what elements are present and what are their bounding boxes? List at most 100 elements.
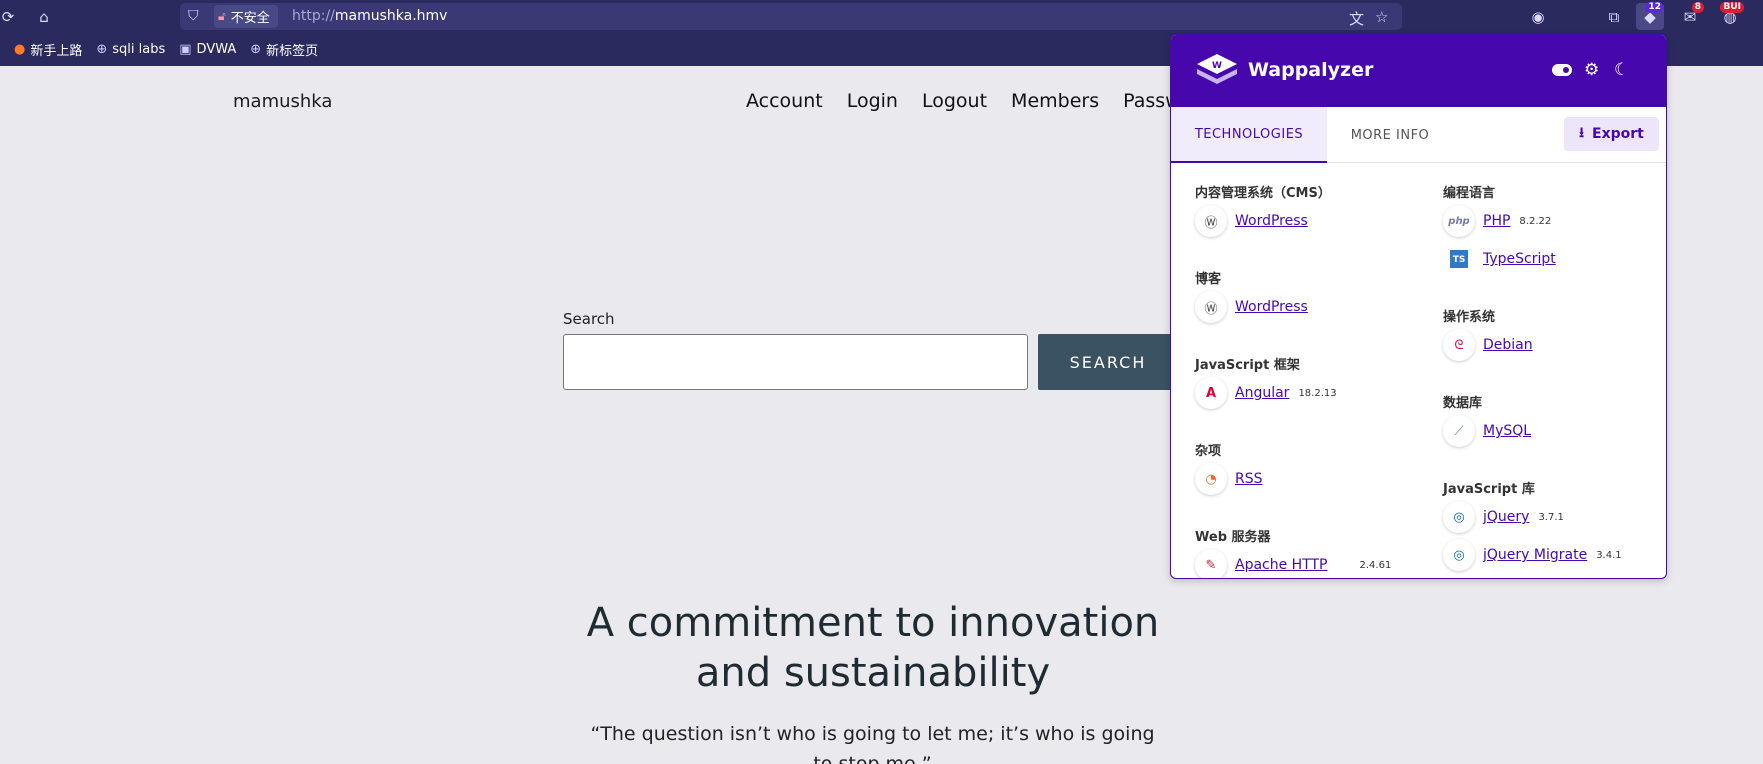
browser-toolbar: ⟳ ⌂ ⛉ 🔓︎ 不安全 http://mamushka.hmv 文 ☆ ◉ ⧉…: [0, 0, 1763, 33]
firefox-icon: ●: [14, 42, 26, 57]
search-button[interactable]: SEARCH: [1038, 334, 1178, 390]
tech-version: 8.2.22: [1519, 215, 1552, 227]
apache-icon: ✎: [1195, 549, 1227, 578]
moon-icon[interactable]: ☾: [1614, 60, 1629, 80]
tech-item: ✎ Apache HTTP 2.4.61: [1195, 546, 1425, 578]
category-title: 博客: [1195, 272, 1222, 287]
wappalyzer-popup: W Wappalyzer ⚙ ☾ TECHNOLOGIES MORE INFO …: [1170, 34, 1667, 579]
category-title: JavaScript 库: [1443, 482, 1535, 497]
reload-icon[interactable]: ⟳: [0, 7, 18, 27]
insecure-label: 不安全: [230, 11, 270, 26]
translate-icon[interactable]: 文: [1349, 8, 1364, 29]
bug-extension-icon[interactable]: ◍ BUI: [1716, 2, 1744, 30]
bookmark-item[interactable]: ⊕ 新标签页: [250, 40, 318, 59]
tech-link[interactable]: Angular: [1235, 385, 1289, 401]
tech-link[interactable]: PHP: [1483, 213, 1510, 229]
wappalyzer-logo-icon: W: [1197, 54, 1237, 84]
main-nav: Account Login Logout Members Passwor: [746, 90, 1200, 112]
wordpress-icon: Ⓦ: [1195, 291, 1227, 323]
nav-item-members[interactable]: Members: [1011, 90, 1099, 112]
tech-link[interactable]: RSS: [1235, 471, 1263, 487]
tech-version: 3.7.1: [1538, 511, 1564, 523]
globe-icon: ⊕: [250, 42, 262, 57]
category-title: 编程语言: [1443, 186, 1496, 201]
page-headline: A commitment to innovation and sustainab…: [586, 600, 1160, 696]
star-icon[interactable]: ☆: [1375, 8, 1388, 26]
category-group: 编程语言 php PHP 8.2.22 TS TypeScript: [1443, 182, 1666, 306]
category-title: JavaScript 框架: [1195, 358, 1300, 373]
mail-extension-icon[interactable]: ✉ 8: [1676, 2, 1704, 30]
privacy-extension-icon[interactable]: ◉: [1524, 3, 1552, 30]
tech-item: Ⓦ WordPress: [1195, 202, 1425, 240]
category-group: 操作系统 ᘓ Debian: [1443, 306, 1666, 392]
category-group: 数据库 ⟋ MySQL: [1443, 392, 1666, 478]
category-group: JavaScript 库 ◎ jQuery 3.7.1 ◎ jQuery Mig…: [1443, 478, 1666, 574]
category-group: 博客 Ⓦ WordPress: [1195, 268, 1425, 354]
debian-icon: ᘓ: [1443, 329, 1475, 361]
php-icon: php: [1443, 205, 1475, 237]
page-icon: ▣: [179, 42, 192, 57]
jquery-icon: ◎: [1443, 501, 1475, 533]
tech-column-left: 内容管理系统（CMS） Ⓦ WordPress 博客 Ⓦ WordPress J…: [1195, 182, 1425, 578]
broken-lock-icon: 🔓︎: [218, 9, 226, 23]
extensions-puzzle-icon[interactable]: ⧉: [1600, 3, 1628, 30]
home-icon[interactable]: ⌂: [34, 7, 54, 27]
bookmark-item[interactable]: ▣ DVWA: [179, 42, 236, 57]
tech-link[interactable]: MySQL: [1483, 423, 1531, 439]
category-group: 内容管理系统（CMS） Ⓦ WordPress: [1195, 182, 1425, 268]
typescript-icon: TS: [1443, 243, 1475, 275]
rss-icon: ◔: [1195, 463, 1227, 495]
tech-link[interactable]: Apache HTTP: [1235, 557, 1328, 573]
shield-icon[interactable]: ⛉: [188, 8, 199, 24]
jquery-icon: ◎: [1443, 539, 1475, 571]
globe-icon: ⊕: [96, 42, 108, 57]
svg-text:W: W: [1212, 61, 1222, 71]
nav-item-logout[interactable]: Logout: [922, 90, 987, 112]
export-button[interactable]: ⭳ Export: [1564, 117, 1659, 151]
search-label: Search: [563, 310, 615, 328]
wappalyzer-badge: 12: [1645, 2, 1664, 13]
category-group: JavaScript 框架 A Angular 18.2.13: [1195, 354, 1425, 440]
tech-version: 3.4.1: [1596, 549, 1622, 561]
toggle-switch[interactable]: [1552, 64, 1572, 76]
export-label: Export: [1592, 126, 1644, 142]
nav-item-account[interactable]: Account: [746, 90, 823, 112]
angular-icon: A: [1195, 377, 1227, 409]
tech-item: ◎ jQuery 3.7.1: [1443, 498, 1666, 536]
tech-link[interactable]: jQuery: [1483, 509, 1529, 525]
wordpress-icon: Ⓦ: [1195, 205, 1227, 237]
category-title: 内容管理系统（CMS）: [1195, 186, 1331, 201]
mysql-icon: ⟋: [1443, 415, 1475, 447]
tech-item: ᘓ Debian: [1443, 326, 1666, 364]
url-text[interactable]: http://mamushka.hmv: [292, 8, 447, 24]
tab-technologies[interactable]: TECHNOLOGIES: [1171, 107, 1327, 163]
tech-link[interactable]: jQuery Migrate: [1483, 547, 1587, 563]
tab-more-info[interactable]: MORE INFO: [1327, 107, 1453, 163]
tech-link[interactable]: WordPress: [1235, 299, 1308, 315]
insecure-indicator[interactable]: 🔓︎ 不安全: [214, 5, 278, 28]
wappalyzer-extension-icon[interactable]: ◆ 12: [1636, 2, 1664, 30]
tech-item: TS TypeScript: [1443, 240, 1666, 278]
tech-item: php PHP 8.2.22: [1443, 202, 1666, 240]
bookmark-item[interactable]: ● 新手上路: [14, 40, 82, 59]
site-title[interactable]: mamushka: [233, 91, 332, 112]
bookmark-item[interactable]: ⊕ sqli labs: [96, 42, 165, 57]
tech-item: ◔ RSS: [1195, 460, 1425, 498]
category-title: 数据库: [1443, 396, 1483, 411]
tech-link[interactable]: Debian: [1483, 337, 1533, 353]
bug-badge: BUI: [1720, 2, 1744, 13]
tech-version: 2.4.61: [1359, 559, 1392, 571]
brand-name: Wappalyzer: [1248, 59, 1374, 81]
page-quote: “The question isn’t who is going to let …: [590, 723, 1155, 764]
gear-icon[interactable]: ⚙: [1584, 60, 1599, 80]
tech-item: ⟋ MySQL: [1443, 412, 1666, 450]
search-input[interactable]: [563, 334, 1028, 390]
tech-link[interactable]: TypeScript: [1483, 251, 1556, 267]
category-title: Web 服务器: [1195, 530, 1271, 545]
tech-item: Ⓦ WordPress: [1195, 288, 1425, 326]
download-icon: ⭳: [1579, 125, 1585, 141]
url-bar[interactable]: ⛉ 🔓︎ 不安全 http://mamushka.hmv 文 ☆: [180, 3, 1402, 30]
category-group: 杂项 ◔ RSS: [1195, 440, 1425, 526]
nav-item-login[interactable]: Login: [847, 90, 898, 112]
tech-link[interactable]: WordPress: [1235, 213, 1308, 229]
